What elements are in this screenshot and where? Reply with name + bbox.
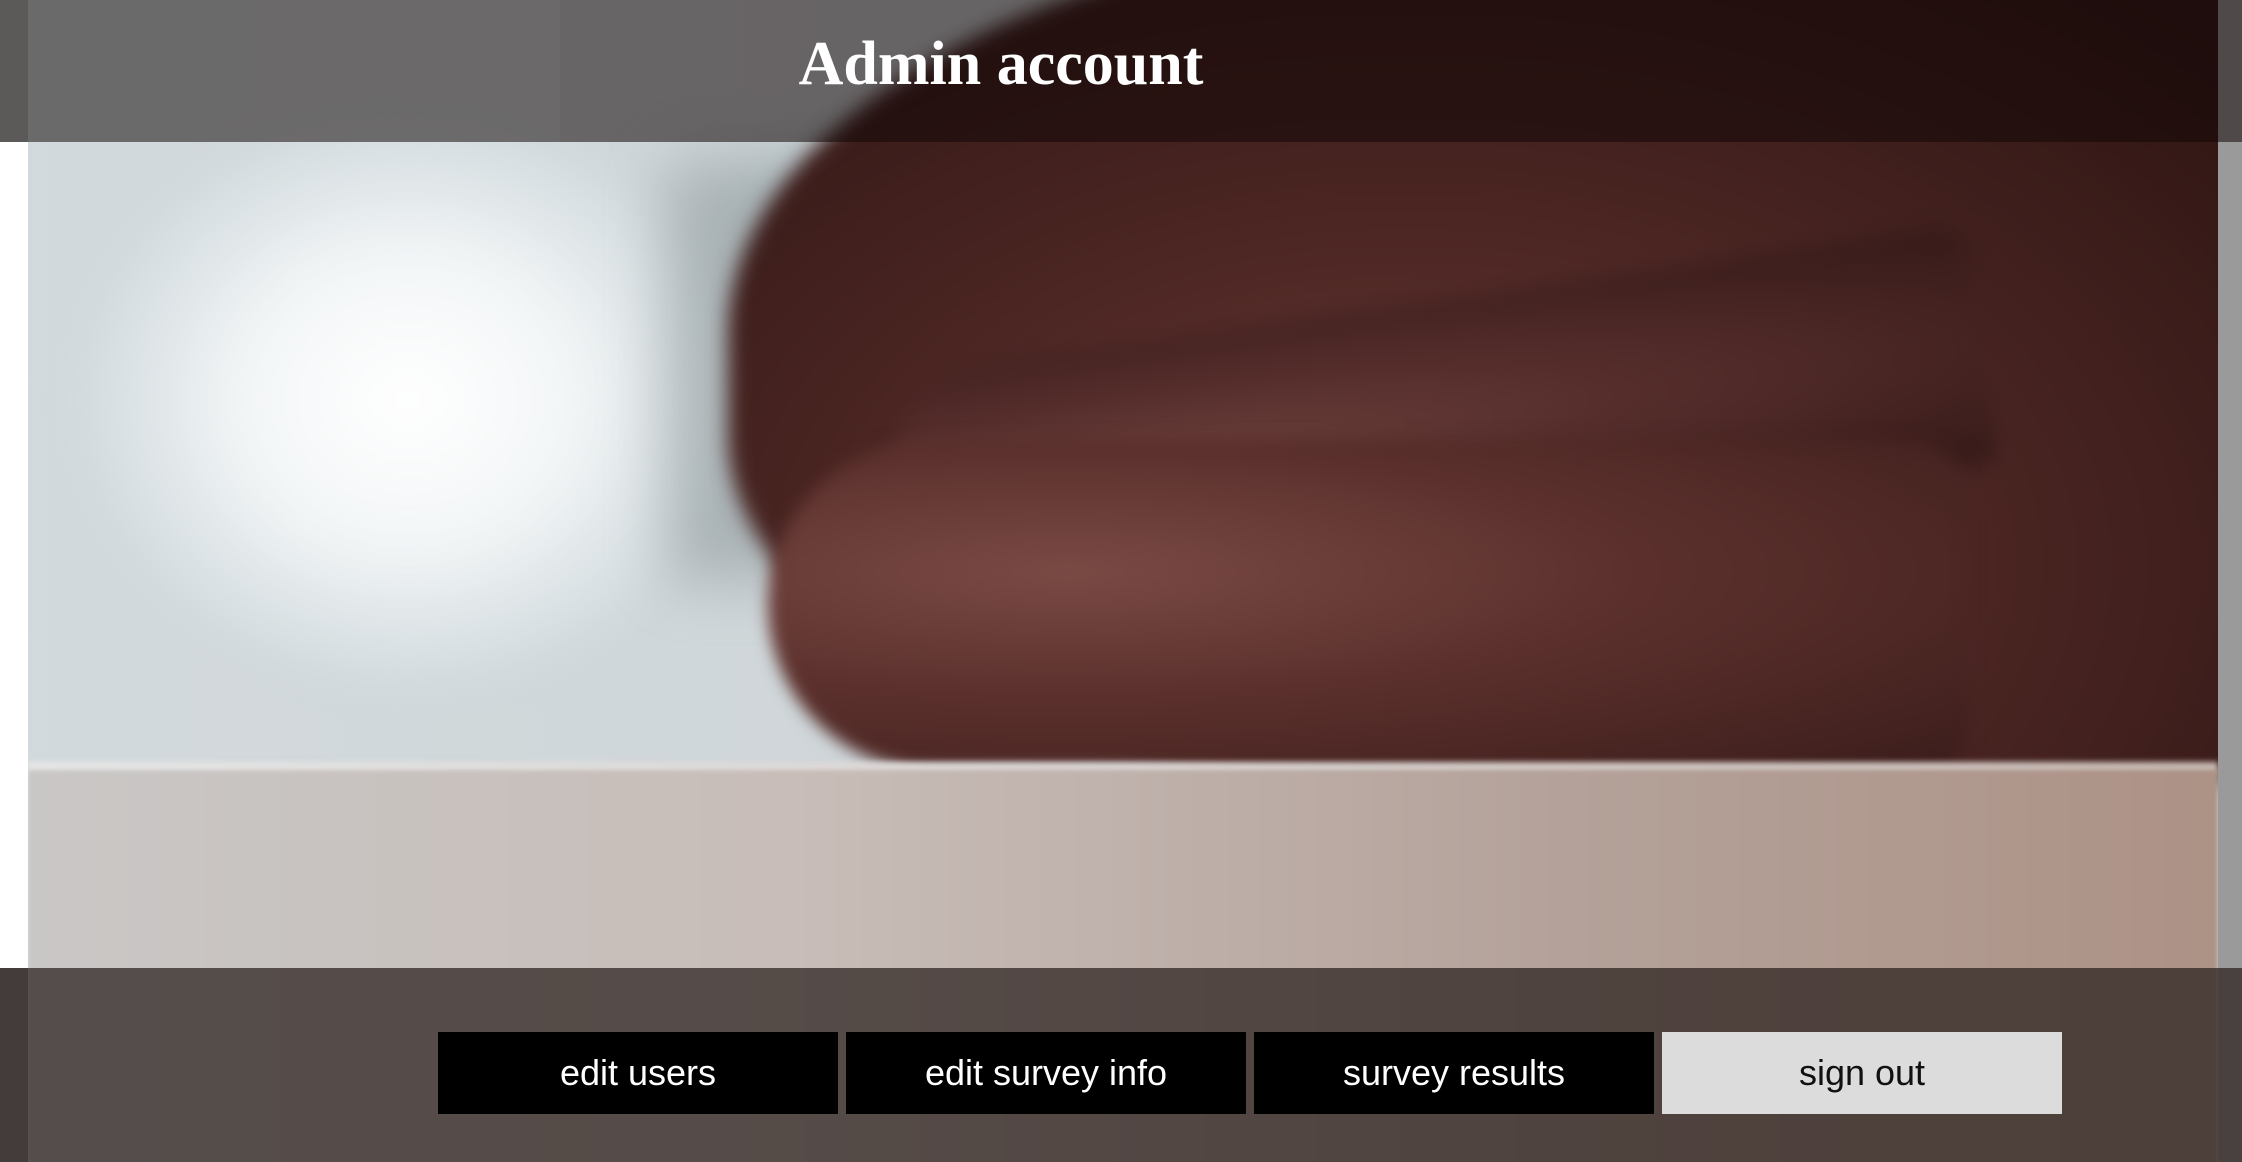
photo-finger [768, 440, 1968, 770]
photo-light-area [88, 120, 728, 680]
edit-users-button[interactable]: edit users [438, 1032, 838, 1114]
survey-results-button[interactable]: survey results [1254, 1032, 1654, 1114]
nav-button-group: edit users edit survey info survey resul… [438, 1032, 2062, 1114]
header-bar: Admin account [0, 0, 2242, 142]
edit-survey-info-button[interactable]: edit survey info [846, 1032, 1246, 1114]
page-title: Admin account [798, 30, 1204, 98]
page: Admin account edit users edit survey inf… [0, 0, 2242, 1162]
sign-out-button[interactable]: sign out [1662, 1032, 2062, 1114]
